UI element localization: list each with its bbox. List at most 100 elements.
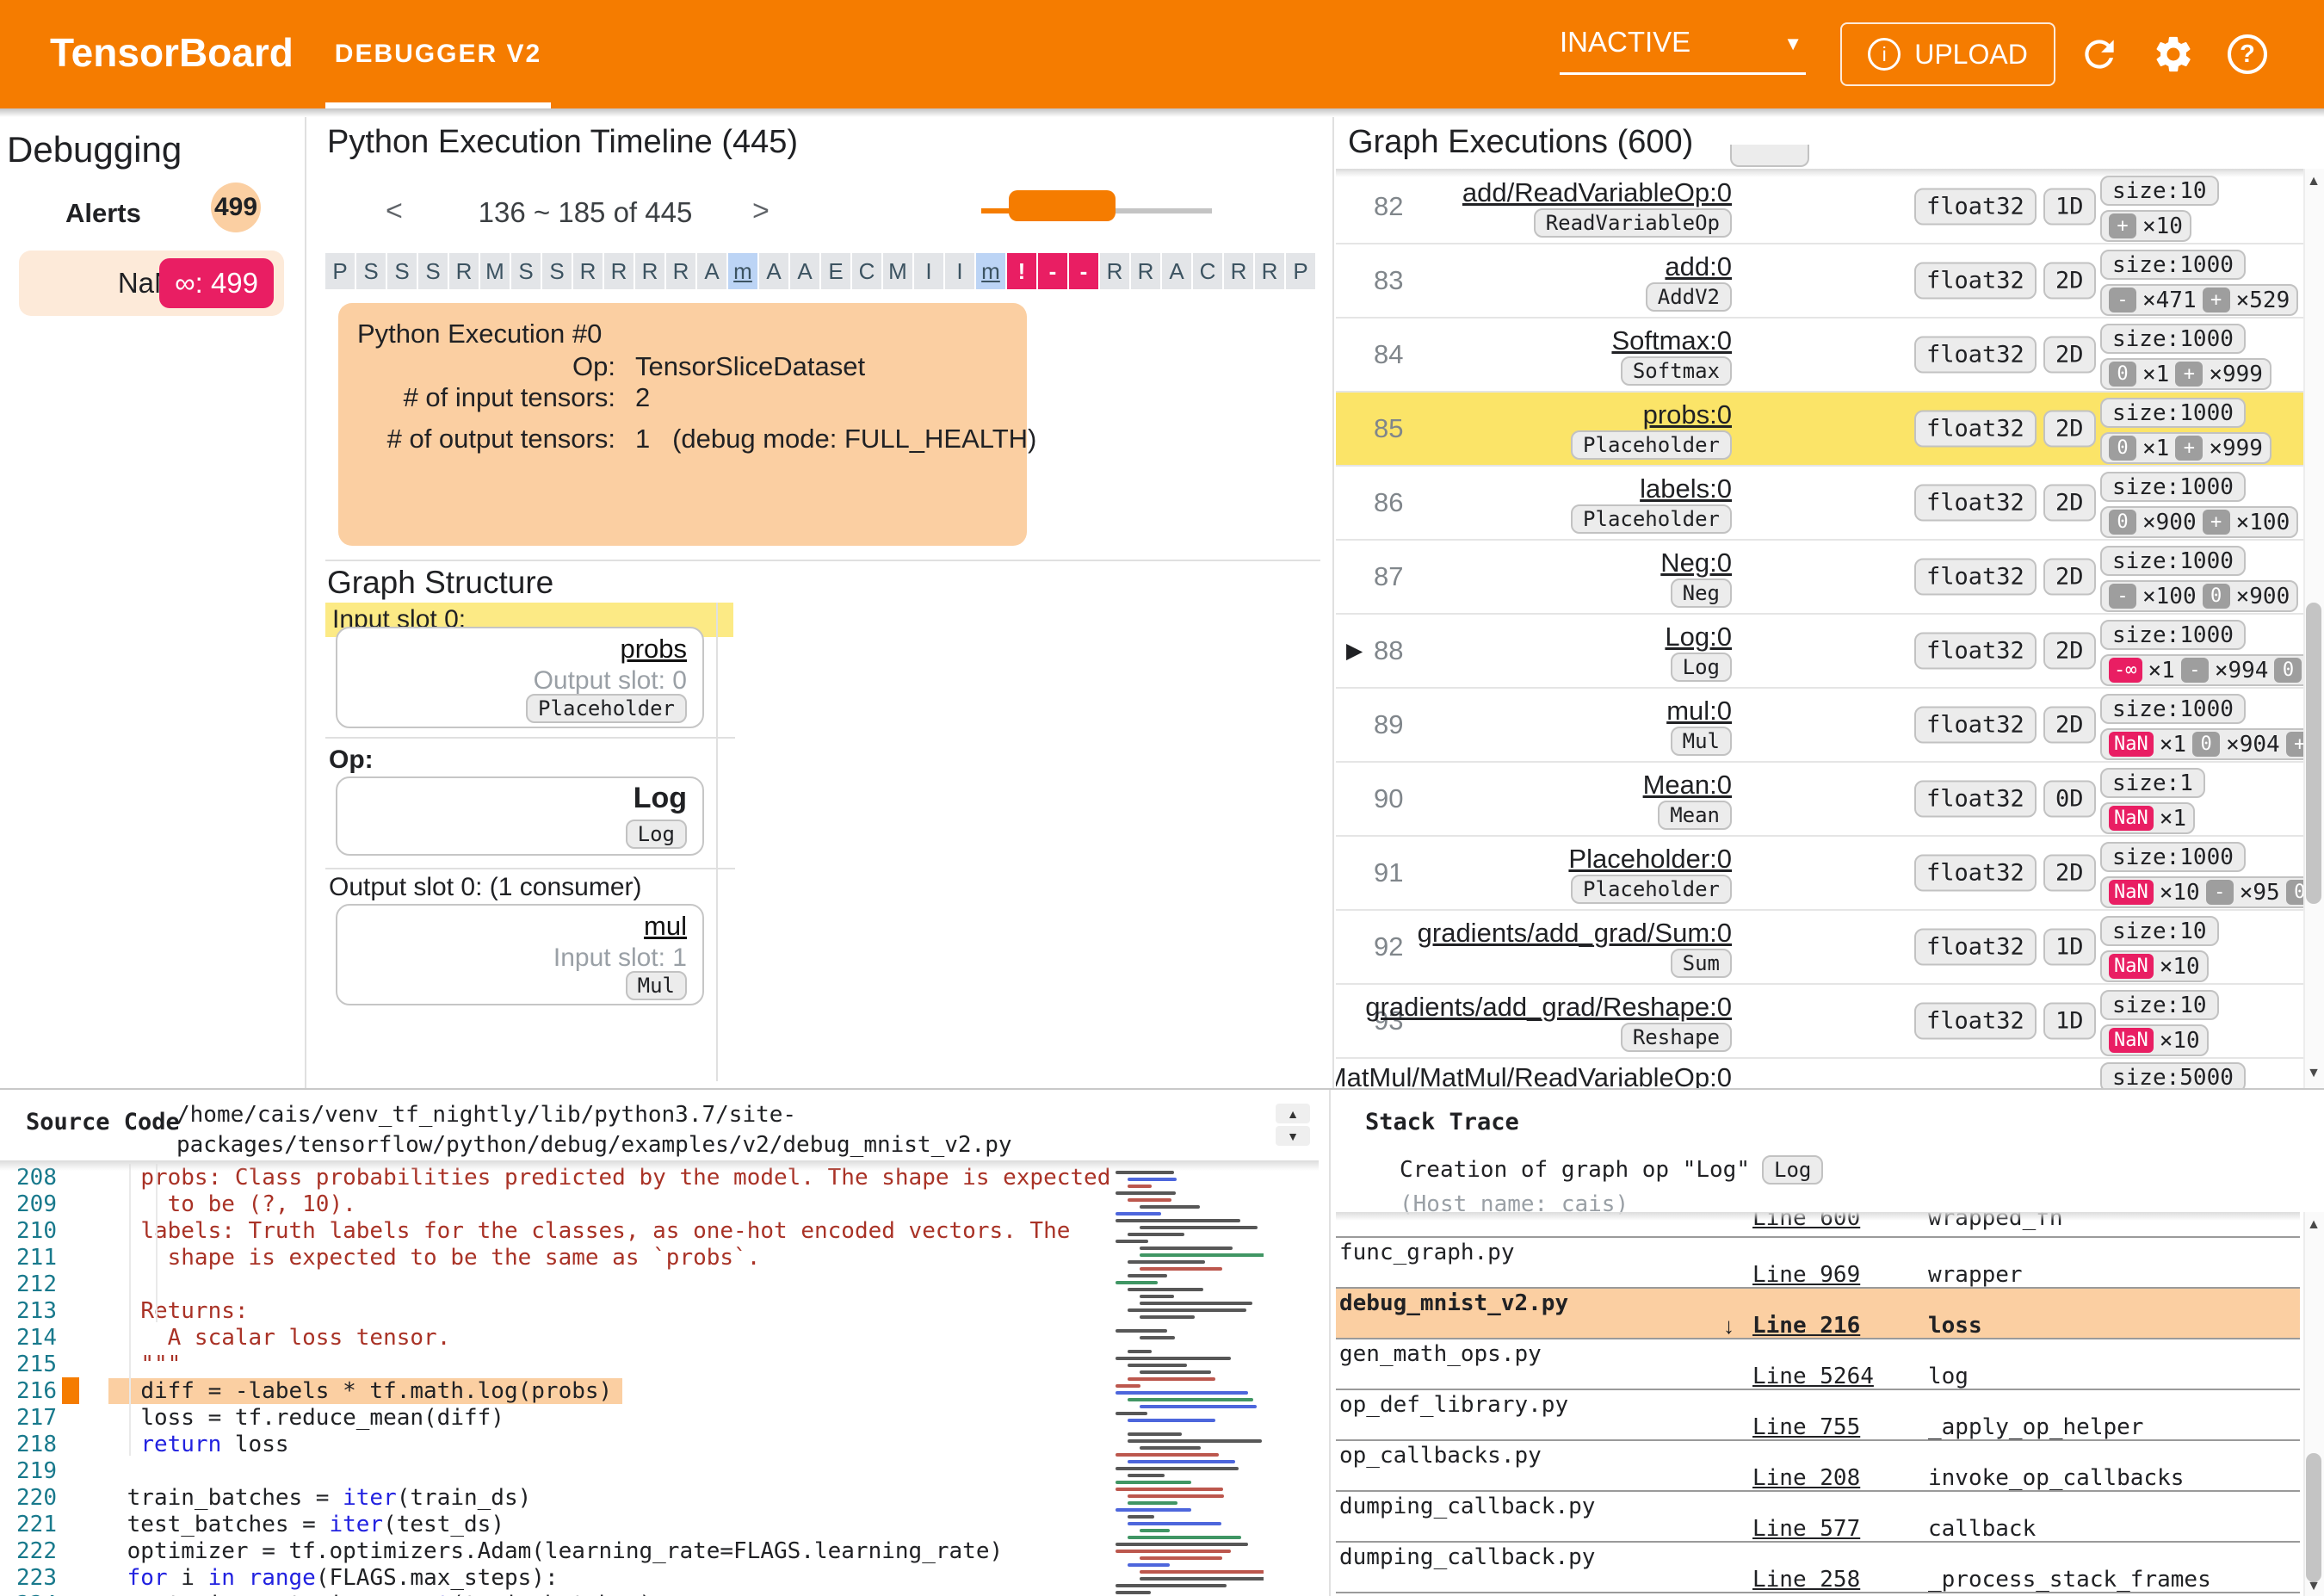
timeline-tick[interactable]: C: [852, 253, 881, 289]
stack-line-link[interactable]: Line 969: [1752, 1262, 1860, 1288]
timeline-tick[interactable]: m: [728, 253, 757, 289]
tensor-name-link[interactable]: Neg:0: [1660, 547, 1732, 578]
timeline-tick[interactable]: A: [759, 253, 788, 289]
timeline-tick[interactable]: I: [945, 253, 974, 289]
timeline-tick[interactable]: R: [666, 253, 695, 289]
tensor-name-link[interactable]: d/MatMul/MatMul/ReadVariableOp:0: [1336, 1062, 1732, 1088]
tensor-name-link[interactable]: gradients/add_grad/Reshape:0: [1365, 992, 1732, 1023]
timeline-tick[interactable]: S: [356, 253, 386, 289]
timeline-tick[interactable]: R: [573, 253, 603, 289]
tensor-name-link[interactable]: Placeholder:0: [1568, 844, 1732, 875]
scroll-down-icon[interactable]: ▼: [2303, 1066, 2324, 1081]
timeline-tick[interactable]: !: [1007, 253, 1036, 289]
timeline-slider-thumb[interactable]: [1009, 190, 1116, 221]
timeline-tick[interactable]: M: [883, 253, 912, 289]
op-type-chip: Sum: [1670, 949, 1732, 978]
stack-line-link[interactable]: Line 5264: [1752, 1364, 1874, 1389]
stack-frame[interactable]: dumping_callback.py Line 258 _process_stac…: [1336, 1543, 2300, 1593]
timeline-tick[interactable]: S: [542, 253, 572, 289]
timeline-tick[interactable]: S: [511, 253, 541, 289]
help-icon[interactable]: ?: [2224, 31, 2271, 77]
run-status-dropdown[interactable]: INACTIVE ▼: [1560, 26, 1806, 75]
tensor-name-link[interactable]: mul:0: [1666, 696, 1732, 727]
scroll-up-icon[interactable]: ▲: [2303, 174, 2324, 189]
code-minimap[interactable]: [1112, 1164, 1264, 1596]
graph-execution-row[interactable]: 91 Placeholder:0 Placeholder float32 2D size:…: [1336, 835, 2303, 909]
timeline-tick[interactable]: -: [1069, 253, 1098, 289]
timeline-tick[interactable]: S: [387, 253, 417, 289]
upload-button[interactable]: i UPLOAD: [1840, 22, 2055, 86]
run-status-value: INACTIVE: [1560, 26, 1691, 58]
size-chip: size:5000: [2100, 1062, 2246, 1088]
tensor-name-link[interactable]: probs:0: [1643, 399, 1732, 430]
stack-line-link[interactable]: Line 577: [1752, 1516, 1860, 1542]
timeline-tick[interactable]: m: [976, 253, 1005, 289]
timeline-tick[interactable]: C: [1193, 253, 1222, 289]
refresh-icon[interactable]: [2076, 31, 2123, 77]
stack-frame[interactable]: gen_math_ops.py Line 5264 log: [1336, 1339, 2300, 1390]
tensor-name-link[interactable]: Mean:0: [1643, 770, 1732, 801]
graph-execution-row[interactable]: 93 gradients/add_grad/Reshape:0 Reshape flo…: [1336, 983, 2303, 1057]
tensor-name-link[interactable]: add/ReadVariableOp:0: [1462, 177, 1732, 208]
timeline-tick[interactable]: R: [1255, 253, 1284, 289]
stepper-up-icon[interactable]: ▲: [1276, 1104, 1310, 1123]
timeline-tick[interactable]: R: [1100, 253, 1129, 289]
timeline-tick[interactable]: R: [449, 253, 479, 289]
timeline-tick[interactable]: A: [697, 253, 726, 289]
graph-execution-row-partial[interactable]: d/MatMul/MatMul/ReadVariableOp:0 size:500…: [1336, 1057, 2303, 1088]
stepper-down-icon[interactable]: ▼: [1276, 1126, 1310, 1146]
graph-execution-row[interactable]: 84 Softmax:0 Softmax float32 2D size:1000 0 ×1 +…: [1336, 317, 2303, 391]
expand-arrow-icon[interactable]: ▶: [1346, 638, 1363, 664]
tensor-name-link[interactable]: labels:0: [1640, 473, 1732, 504]
graph-execution-row[interactable]: 85 probs:0 Placeholder float32 2D size:1000 0 ×…: [1336, 391, 2303, 465]
timeline-tick[interactable]: P: [1286, 253, 1315, 289]
tensor-name-link[interactable]: Softmax:0: [1611, 325, 1732, 356]
stack-frame[interactable]: dumping_callback.py Line 577 callback: [1336, 1492, 2300, 1543]
stack-line-link[interactable]: Line 755: [1752, 1414, 1860, 1440]
timeline-tick[interactable]: A: [790, 253, 819, 289]
graph-execution-row[interactable]: 92 gradients/add_grad/Sum:0 Sum float32 1D si…: [1336, 909, 2303, 983]
stack-frame[interactable]: debug_mnist_v2.py ↓ Line 216 loss: [1336, 1289, 2300, 1339]
stack-line-link[interactable]: Line 208: [1752, 1465, 1860, 1491]
timeline-tick[interactable]: A: [1162, 253, 1191, 289]
graph-execution-row[interactable]: 87 Neg:0 Neg float32 2D size:1000 - ×100 0 ×900: [1336, 539, 2303, 613]
graph-execution-row[interactable]: 82 add/ReadVariableOp:0 ReadVariableOp floa…: [1336, 169, 2303, 243]
timeline-tick[interactable]: -: [1038, 253, 1067, 289]
graph-execution-row[interactable]: 86 labels:0 Placeholder float32 2D size:1000 0…: [1336, 465, 2303, 539]
timeline-tick[interactable]: S: [418, 253, 448, 289]
timeline-tick[interactable]: R: [604, 253, 634, 289]
timeline-tick[interactable]: R: [1131, 253, 1160, 289]
timeline-tick[interactable]: R: [1224, 253, 1253, 289]
tensor-name-link[interactable]: add:0: [1665, 251, 1732, 282]
line-marker: [62, 1324, 79, 1351]
timeline-tick[interactable]: M: [480, 253, 510, 289]
scroll-up-icon[interactable]: ▲: [2303, 1217, 2324, 1233]
graph-executions-scroll-thumb[interactable]: [2306, 603, 2321, 904]
timeline-tick[interactable]: R: [635, 253, 664, 289]
settings-gear-icon[interactable]: [2150, 31, 2197, 77]
output-node-link[interactable]: mul: [644, 911, 687, 942]
dtype-chip: float32: [1914, 410, 2037, 448]
graph-execution-row[interactable]: 89 mul:0Mul float322Dsize:1000 NaN×10×904+×…: [1336, 687, 2303, 761]
scroll-down-icon[interactable]: ▼: [2303, 1579, 2324, 1594]
timeline-prev-button[interactable]: <: [386, 195, 403, 228]
timeline-tick[interactable]: P: [325, 253, 355, 289]
tensor-name-link[interactable]: gradients/add_grad/Sum:0: [1418, 918, 1732, 949]
tensor-name-link[interactable]: Log:0: [1665, 622, 1732, 653]
graph-execution-row[interactable]: 90 Mean:0 Mean float32 0D size:1 NaN ×1: [1336, 761, 2303, 835]
stack-frame[interactable]: func_graph.py Line 969 wrapper: [1336, 1238, 2300, 1289]
stack-frame[interactable]: op_def_library.py Line 755 _apply_op_helpe…: [1336, 1390, 2300, 1441]
graph-execution-row[interactable]: ▶ 88 Log:0Log float322Dsize:1000 -∞×1-×9940×…: [1336, 613, 2303, 687]
stack-frame[interactable]: op_callbacks.py Line 208 invoke_op_callbac…: [1336, 1441, 2300, 1492]
timeline-tick[interactable]: E: [821, 253, 850, 289]
tab-debugger-v2[interactable]: DEBUGGER V2: [325, 0, 551, 108]
alert-filter-nan-inf[interactable]: NaN/ ∞: 499: [19, 251, 284, 316]
stack-line-link[interactable]: Line 216: [1752, 1313, 1860, 1339]
line-number: 211: [16, 1244, 57, 1271]
timeline-tick[interactable]: I: [914, 253, 943, 289]
input-node-link[interactable]: probs: [620, 634, 687, 665]
stack-scroll-thumb[interactable]: [2306, 1453, 2321, 1582]
timeline-next-button[interactable]: >: [752, 195, 770, 228]
graph-execution-row[interactable]: 83 add:0 AddV2 float32 2D size:1000 - ×471 + ×529: [1336, 243, 2303, 317]
stack-line-link[interactable]: Line 258: [1752, 1567, 1860, 1593]
